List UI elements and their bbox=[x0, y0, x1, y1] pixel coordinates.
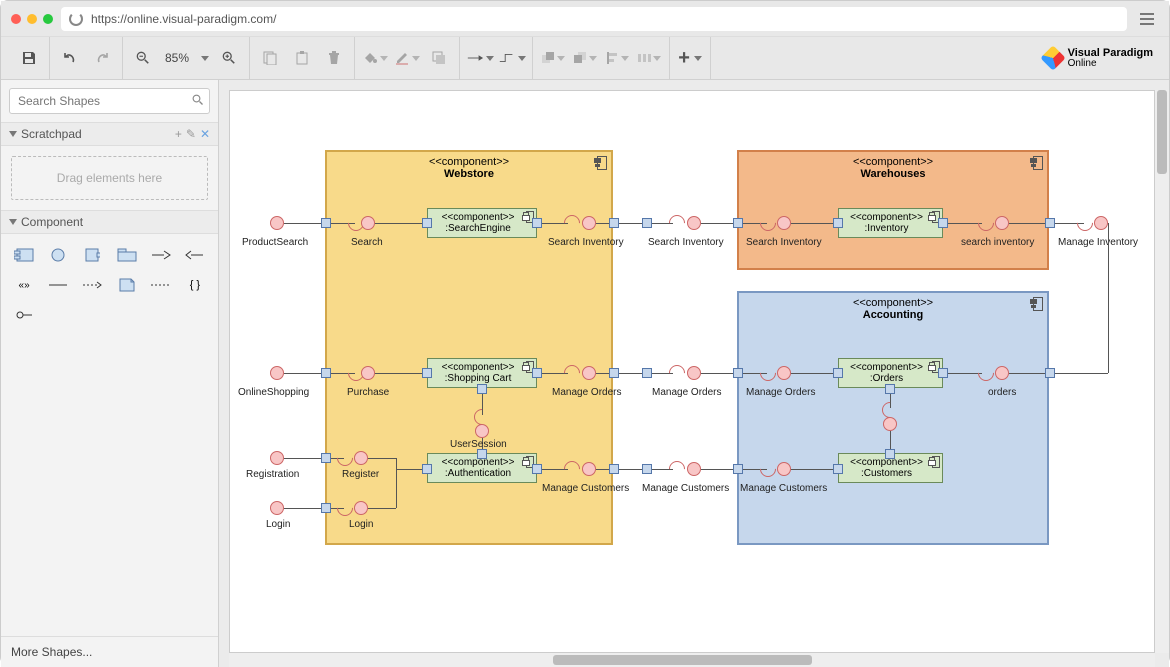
scratchpad-add-icon[interactable]: + bbox=[175, 127, 182, 141]
add-button[interactable]: + bbox=[676, 44, 704, 72]
zoom-percent: 85% bbox=[161, 51, 193, 65]
scratchpad-panel-header[interactable]: Scratchpad + ✎ ✕ bbox=[1, 123, 218, 146]
connector-style-button[interactable] bbox=[466, 44, 494, 72]
to-back-button[interactable] bbox=[571, 44, 599, 72]
component-inventory[interactable]: <<component>>:Inventory bbox=[838, 208, 943, 238]
delete-button[interactable] bbox=[320, 44, 348, 72]
shadow-button[interactable] bbox=[425, 44, 453, 72]
component-icon bbox=[1031, 297, 1043, 311]
align-button[interactable] bbox=[603, 44, 631, 72]
sidebar: Scratchpad + ✎ ✕ Drag elements here Comp… bbox=[1, 80, 219, 667]
search-icon bbox=[192, 94, 204, 106]
url-text: https://online.visual-paradigm.com/ bbox=[91, 12, 276, 26]
shape-lollipop[interactable] bbox=[11, 304, 37, 326]
undo-button[interactable] bbox=[56, 44, 84, 72]
app-toolbar: 85% + Visual ParadigmOn bbox=[1, 37, 1169, 79]
fill-color-button[interactable] bbox=[361, 44, 389, 72]
component-icon bbox=[595, 156, 607, 170]
shape-interface-ball[interactable] bbox=[45, 244, 71, 266]
shape-package[interactable] bbox=[113, 244, 139, 266]
scratchpad-edit-icon[interactable]: ✎ bbox=[186, 127, 196, 141]
vp-logo-icon bbox=[1040, 45, 1065, 70]
brand-logo-area[interactable]: Visual ParadigmOnline bbox=[1044, 48, 1161, 69]
shape-palette: «» { } bbox=[1, 234, 218, 336]
shape-provided[interactable] bbox=[148, 244, 174, 266]
component-panel-header[interactable]: Component bbox=[1, 211, 218, 234]
shape-stereotype[interactable]: «» bbox=[11, 274, 37, 296]
shape-constraint[interactable]: { } bbox=[182, 274, 208, 296]
zoom-dropdown[interactable] bbox=[197, 44, 211, 72]
window-controls[interactable] bbox=[11, 14, 53, 24]
copy-button[interactable] bbox=[256, 44, 284, 72]
shape-port[interactable] bbox=[79, 244, 105, 266]
component-search-engine[interactable]: <<component>>:SearchEngine bbox=[427, 208, 537, 238]
scratchpad-drop-zone[interactable]: Drag elements here bbox=[11, 156, 208, 200]
to-front-button[interactable] bbox=[539, 44, 567, 72]
vertical-scrollbar[interactable] bbox=[1155, 90, 1169, 653]
redo-button[interactable] bbox=[88, 44, 116, 72]
zoom-in-button[interactable] bbox=[215, 44, 243, 72]
shape-note[interactable] bbox=[113, 274, 139, 296]
diagram-canvas[interactable]: <<component>>Webstore <<component>>Wareh… bbox=[229, 90, 1155, 653]
canvas-area: <<component>>Webstore <<component>>Wareh… bbox=[219, 80, 1169, 667]
reload-icon[interactable] bbox=[69, 12, 83, 26]
shape-dependency[interactable] bbox=[79, 274, 105, 296]
save-button[interactable] bbox=[15, 44, 43, 72]
app-toolbar-zone: 85% + Visual ParadigmOn bbox=[1, 37, 1169, 80]
shape-component-box[interactable] bbox=[11, 244, 37, 266]
browser-menu-icon[interactable] bbox=[1135, 7, 1159, 31]
zoom-out-button[interactable] bbox=[129, 44, 157, 72]
shape-required[interactable] bbox=[182, 244, 208, 266]
line-color-button[interactable] bbox=[393, 44, 421, 72]
shape-dash[interactable] bbox=[148, 274, 174, 296]
waypoint-style-button[interactable] bbox=[498, 44, 526, 72]
distribute-button[interactable] bbox=[635, 44, 663, 72]
browser-chrome: https://online.visual-paradigm.com/ bbox=[1, 1, 1169, 37]
url-bar[interactable]: https://online.visual-paradigm.com/ bbox=[61, 7, 1127, 31]
scratchpad-close-icon[interactable]: ✕ bbox=[200, 127, 210, 141]
component-icon bbox=[1031, 156, 1043, 170]
search-shapes-input[interactable] bbox=[9, 88, 210, 114]
more-shapes-button[interactable]: More Shapes... bbox=[1, 636, 218, 667]
shape-line[interactable] bbox=[45, 274, 71, 296]
paste-button[interactable] bbox=[288, 44, 316, 72]
